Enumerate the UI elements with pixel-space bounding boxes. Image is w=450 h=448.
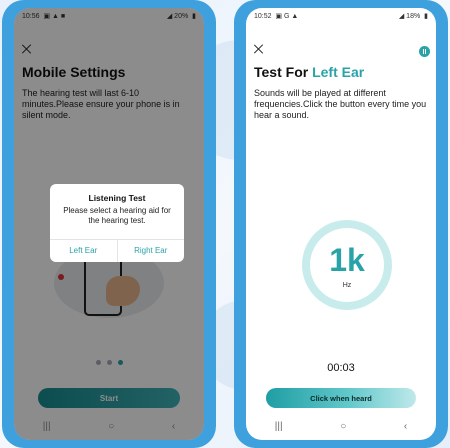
click-when-heard-button[interactable]: Click when heard — [266, 388, 416, 408]
notification-icons: ▣ G ▲ — [275, 13, 299, 20]
pause-icon[interactable] — [419, 46, 430, 57]
frequency-indicator: 1k Hz — [302, 220, 392, 310]
mobile-settings-screen: 10:56 ▣ ▲ ■ ◢ 20% ▮ Mobile Settings The … — [14, 8, 204, 440]
status-time: 10:52 — [254, 13, 272, 20]
listening-test-dialog: Listening Test Please select a hearing a… — [50, 184, 184, 262]
dialog-title: Listening Test — [88, 193, 146, 203]
recents-icon[interactable]: ||| — [275, 421, 283, 432]
frequency-unit: Hz — [342, 282, 352, 289]
status-bar: 10:52 ▣ G ▲ ◢ 18% ▮ — [246, 8, 436, 24]
back-icon[interactable]: ‹ — [404, 421, 407, 432]
elapsed-timer: 00:03 — [327, 362, 355, 374]
right-phone-frame: 10:52 ▣ G ▲ ◢ 18% ▮ Test For Left Ear So… — [234, 0, 448, 448]
battery-icon: ▮ — [424, 13, 428, 20]
frequency-value: 1k — [329, 242, 365, 278]
close-icon[interactable] — [254, 44, 264, 54]
signal-icon: ◢ — [398, 13, 405, 20]
navigation-bar: ||| ○ ‹ — [246, 418, 436, 434]
dialog-buttons: Left Ear Right Ear — [50, 239, 184, 262]
title-prefix: Test For — [254, 64, 313, 80]
dialog-message: Please select a hearing aid for the hear… — [63, 206, 171, 225]
left-phone-frame: 10:56 ▣ ▲ ■ ◢ 20% ▮ Mobile Settings The … — [2, 0, 216, 448]
home-icon[interactable]: ○ — [340, 421, 346, 432]
frequency-inner-circle: 1k Hz — [310, 228, 384, 302]
page-title: Test For Left Ear — [254, 64, 364, 80]
title-ear: Left Ear — [312, 64, 365, 80]
left-ear-button[interactable]: Left Ear — [50, 240, 118, 262]
right-ear-button[interactable]: Right Ear — [118, 240, 185, 262]
hearing-test-screen: 10:52 ▣ G ▲ ◢ 18% ▮ Test For Left Ear So… — [246, 8, 436, 440]
page-description: Sounds will be played at different frequ… — [254, 88, 427, 120]
battery-level: 18% — [406, 13, 421, 20]
